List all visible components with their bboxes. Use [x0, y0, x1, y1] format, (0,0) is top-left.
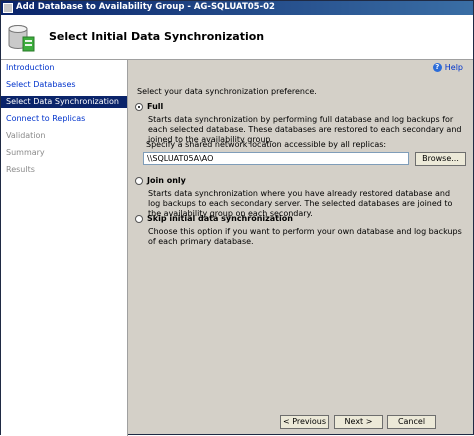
- wizard-header: Select Initial Data Synchronization: [1, 15, 473, 60]
- skip-description: Choose this option if you want to perfor…: [148, 227, 462, 246]
- page-title: Select Initial Data Synchronization: [49, 30, 265, 43]
- sync-preference-prompt: Select your data synchronization prefere…: [137, 87, 317, 96]
- previous-button[interactable]: < Previous: [280, 415, 329, 429]
- help-label: Help: [444, 63, 463, 72]
- sidebar-item-select-databases[interactable]: Select Databases: [1, 79, 127, 91]
- content-panel: ? Help Select your data synchronization p…: [128, 60, 473, 411]
- radio-join-only[interactable]: Join only: [135, 176, 186, 185]
- next-button[interactable]: Next >: [334, 415, 383, 429]
- radio-button-full[interactable]: [135, 102, 143, 111]
- title-bar: Add Database to Availability Group - AG-…: [1, 1, 473, 15]
- sidebar-item-connect-to-replicas[interactable]: Connect to Replicas: [1, 113, 127, 125]
- database-icon: [8, 25, 35, 52]
- radio-button-join-only[interactable]: [135, 176, 143, 185]
- shared-location-input[interactable]: \\SQLUAT05A\AO: [143, 152, 409, 165]
- radio-join-only-label: Join only: [147, 176, 186, 185]
- help-icon: ?: [432, 63, 442, 72]
- help-link[interactable]: ? Help: [432, 63, 463, 72]
- shared-location-label: Specify a shared network location access…: [146, 140, 387, 149]
- sidebar-item-results: Results: [6, 165, 35, 174]
- radio-skip[interactable]: Skip initial data synchronization: [135, 214, 293, 223]
- dialog-window: Add Database to Availability Group - AG-…: [0, 0, 474, 436]
- wizard-sidebar: Introduction Select Databases Select Dat…: [1, 60, 128, 436]
- wizard-footer: < Previous Next > Cancel: [128, 411, 473, 434]
- radio-button-skip[interactable]: [135, 214, 143, 223]
- sidebar-item-summary: Summary: [6, 148, 45, 157]
- radio-full-label: Full: [147, 102, 164, 111]
- window-icon: [3, 3, 13, 13]
- radio-skip-label: Skip initial data synchronization: [147, 214, 293, 223]
- window-title: Add Database to Availability Group - AG-…: [16, 2, 275, 12]
- radio-full[interactable]: Full: [135, 102, 163, 111]
- browse-button[interactable]: Browse...: [415, 152, 466, 166]
- sidebar-item-introduction[interactable]: Introduction: [1, 62, 127, 74]
- sidebar-item-select-data-synchronization[interactable]: Select Data Synchronization: [1, 96, 127, 108]
- cancel-button[interactable]: Cancel: [387, 415, 436, 429]
- sidebar-item-validation: Validation: [6, 131, 46, 140]
